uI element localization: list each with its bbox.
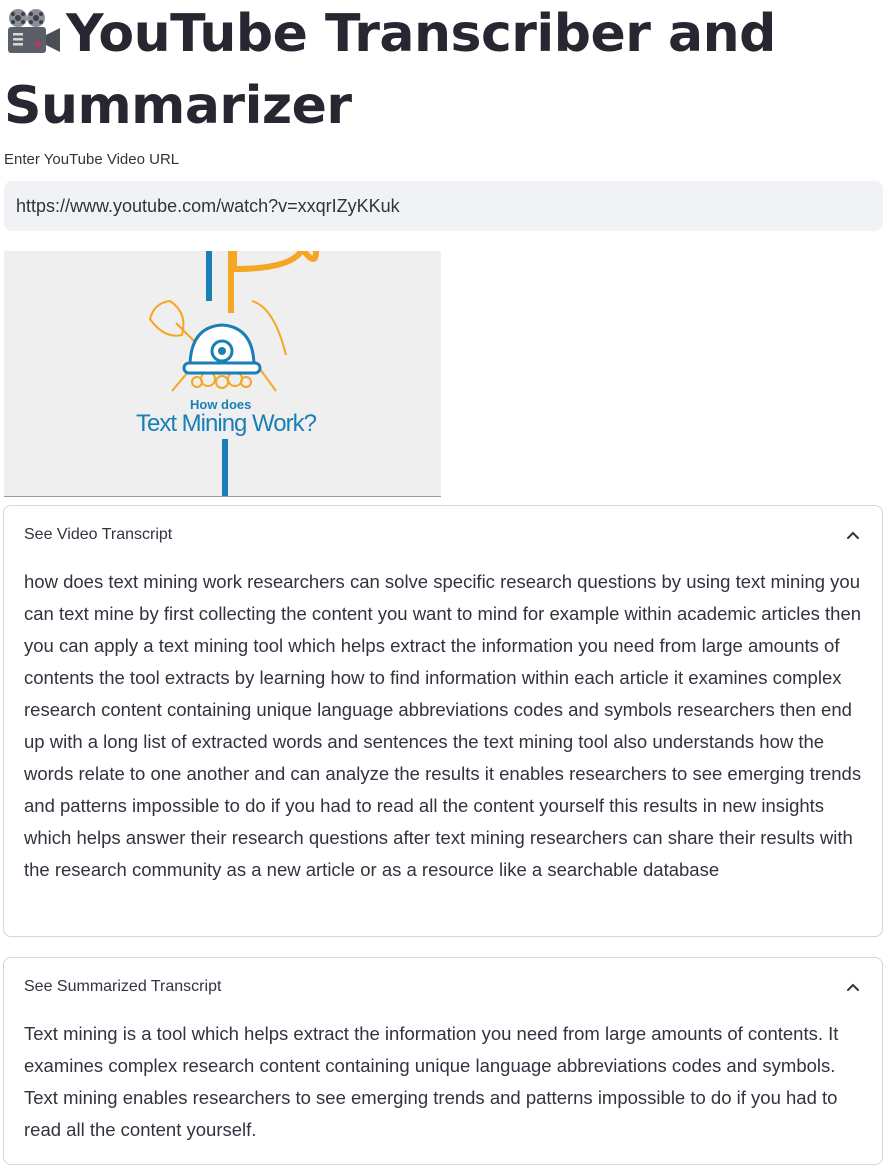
summary-expander-header[interactable]: See Summarized Transcript — [4, 958, 882, 1016]
thumbnail-caption-large: Text Mining Work? — [136, 410, 317, 437]
url-input-label: Enter YouTube Video URL — [4, 151, 180, 168]
video-thumbnail[interactable]: How does Text Mining Work? — [4, 251, 441, 497]
chevron-up-icon — [847, 531, 859, 539]
youtube-url-input[interactable] — [4, 181, 883, 231]
chevron-up-icon — [847, 983, 859, 991]
movie-camera-icon — [4, 4, 66, 72]
page-title: YouTube Transcriber and Summarizer — [4, 0, 864, 140]
transcript-expander-header[interactable]: See Video Transcript — [4, 506, 882, 564]
transcript-text: how does text mining work researchers ca… — [24, 571, 862, 880]
summary-text: Text mining is a tool which helps extrac… — [24, 1023, 839, 1140]
transcript-expander: See Video Transcript how does text minin… — [3, 505, 883, 937]
page-title-text: YouTube Transcriber and Summarizer — [4, 4, 776, 136]
summary-expander-label: See Summarized Transcript — [24, 978, 222, 995]
app-page: YouTube Transcriber and Summarizer Enter… — [0, 0, 887, 1173]
transcript-expander-label: See Video Transcript — [24, 526, 173, 543]
summary-expander: See Summarized Transcript Text mining is… — [3, 957, 883, 1165]
